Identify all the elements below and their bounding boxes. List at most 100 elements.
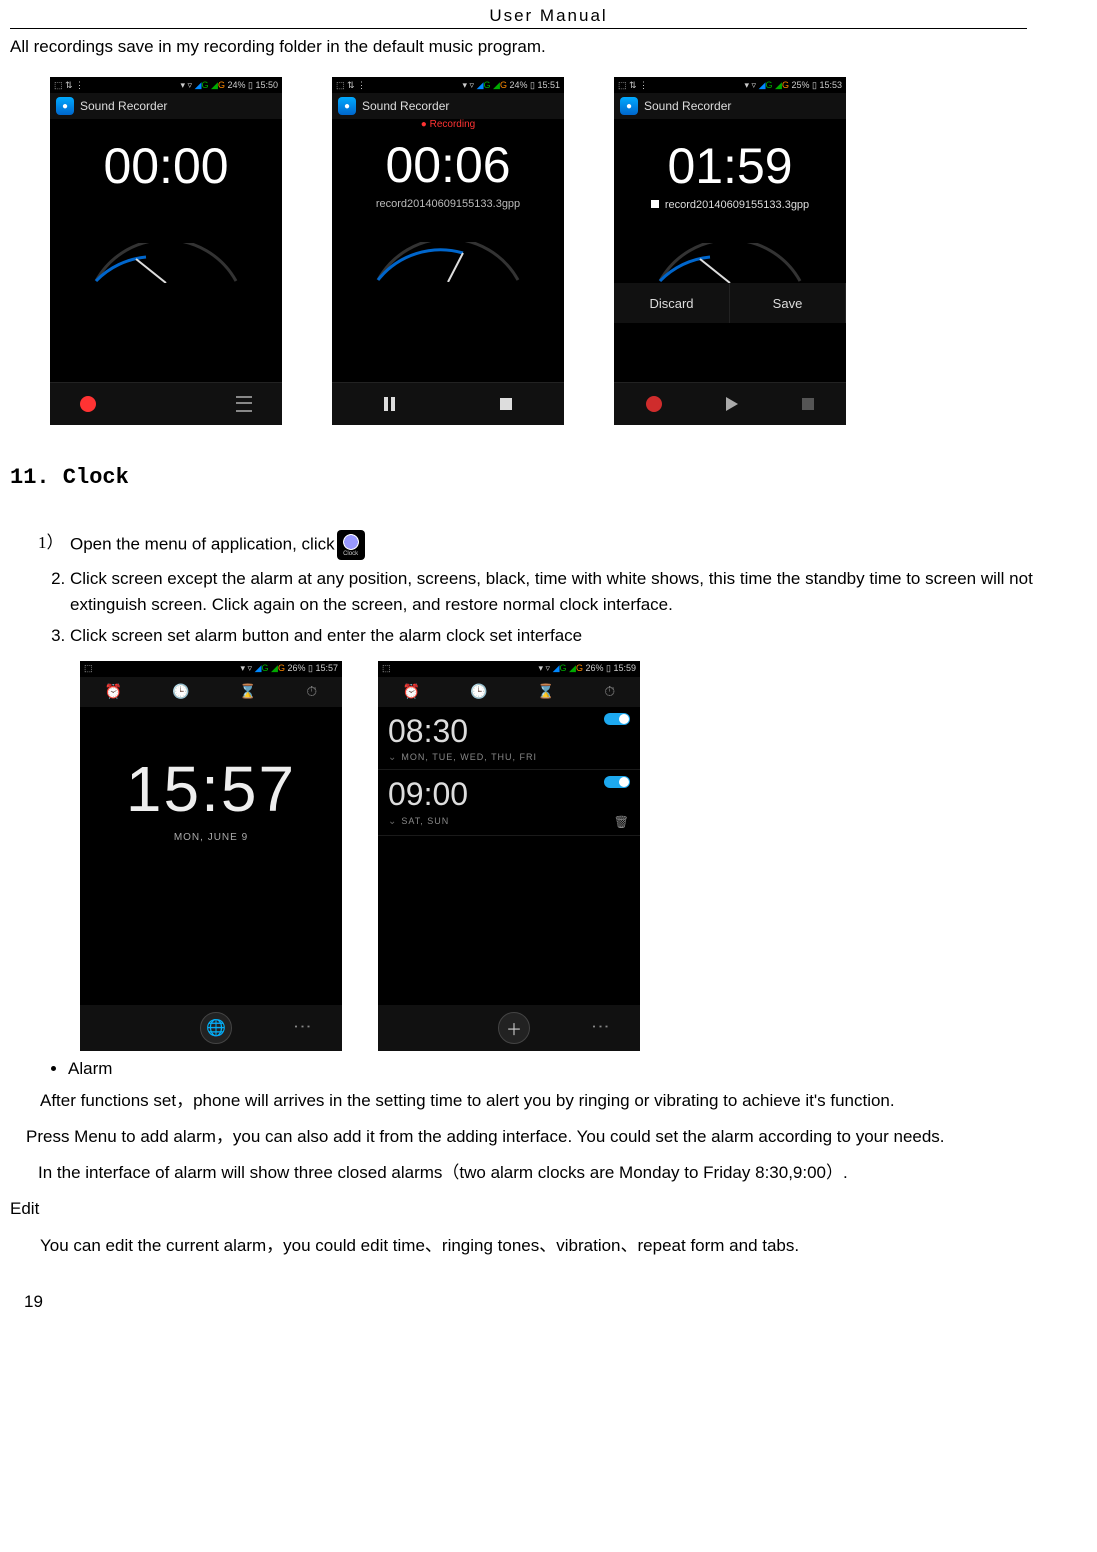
signal-icon-2: ◢ — [211, 80, 218, 90]
record-button[interactable] — [80, 396, 96, 412]
section-heading: 11. Clock — [10, 465, 1087, 490]
battery-icon: ▯ — [308, 663, 313, 673]
discard-save-bar: Discard Save — [614, 283, 846, 323]
tab-stopwatch-icon[interactable]: ⏱ — [604, 683, 615, 700]
alarm-para-3: In the interface of alarm will show thre… — [38, 1157, 1057, 1189]
bullet-alarm: Alarm — [68, 1059, 1087, 1079]
clock-date: MON, JUNE 9 — [80, 832, 342, 843]
step-3: Click screen set alarm button and enter … — [70, 623, 1087, 649]
clock-bottom-bar: 🌐 ⋮ — [80, 1005, 342, 1051]
clock-text: 15:57 — [315, 663, 338, 673]
alarm-days: SAT, SUN — [401, 816, 449, 826]
status-left: ⬚ ⇅ ⋮ — [618, 80, 648, 91]
status-bar: ⬚ ▾ ▿ ◢G ◢G 26% ▯ 15:57 — [80, 661, 342, 677]
clock-text: 15:51 — [537, 80, 560, 90]
discard-button[interactable]: Discard — [614, 283, 730, 323]
battery-icon: ▯ — [606, 663, 611, 673]
app-title-bar: ● Sound Recorder — [614, 93, 846, 119]
status-right: ▾ ▿ ◢G ◢G 26% ▯ 15:59 — [539, 663, 636, 674]
clock-text: 15:59 — [613, 663, 636, 673]
recorder-screenshots: ⬚ ⇅ ⋮ ▾ ▿ ◢G ◢G 24% ▯ 15:50 ● Sound Reco… — [50, 77, 1057, 425]
battery-text: 24% — [509, 80, 527, 90]
add-alarm-button[interactable]: ＋ — [498, 1012, 530, 1044]
alarm-row-1[interactable]: 08:30 ⌄ MON, TUE, WED, THU, FRI — [378, 707, 640, 770]
overflow-menu-icon[interactable]: ⋮ — [590, 1018, 611, 1038]
alarm-days: MON, TUE, WED, THU, FRI — [401, 752, 537, 762]
tab-timer-icon[interactable]: ⌛ — [537, 683, 554, 700]
app-title-bar: ● Sound Recorder — [332, 93, 564, 119]
tab-clock-icon[interactable]: 🕒 — [172, 683, 189, 700]
signal-icon-2: ◢ — [775, 80, 782, 90]
world-clock-button[interactable]: 🌐 — [200, 1012, 232, 1044]
clock-shot-1: ⬚ ▾ ▿ ◢G ◢G 26% ▯ 15:57 ⏰ 🕒 ⌛ ⏱ 15:57 MO… — [80, 661, 342, 1051]
status-right: ▾ ▿ ◢G ◢G 25% ▯ 15:53 — [745, 80, 842, 91]
battery-icon: ▯ — [530, 80, 535, 90]
pause-button[interactable] — [384, 397, 395, 411]
alarm-row-2[interactable]: 09:00 ⌄ SAT, SUN 🗑 — [378, 770, 640, 836]
play-button[interactable] — [726, 397, 738, 411]
tab-timer-icon[interactable]: ⌛ — [239, 683, 256, 700]
recording-indicator: ● Recording — [332, 119, 564, 130]
clock-time: 15:57 — [80, 752, 342, 826]
recorder-shot-3: ⬚ ⇅ ⋮ ▾ ▿ ◢G ◢G 25% ▯ 15:53 ● Sound Reco… — [614, 77, 846, 425]
app-title: Sound Recorder — [362, 99, 449, 113]
tab-alarm-icon[interactable]: ⏰ — [105, 683, 122, 700]
status-bar: ⬚ ⇅ ⋮ ▾ ▿ ◢G ◢G 24% ▯ 15:50 — [50, 77, 282, 93]
alarm-time: 09:00 — [388, 776, 468, 813]
app-title-bar: ● Sound Recorder — [50, 93, 282, 119]
timer-display: 01:59 — [614, 119, 846, 195]
file-icon — [651, 200, 659, 208]
page-number: 19 — [24, 1292, 43, 1312]
delete-alarm-icon[interactable]: 🗑 — [614, 815, 630, 829]
page-header: User Manual — [10, 0, 1087, 26]
chevron-down-icon: ⌄ — [388, 752, 397, 763]
tab-stopwatch-icon[interactable]: ⏱ — [306, 683, 317, 700]
clock-screenshots: ⬚ ▾ ▿ ◢G ◢G 26% ▯ 15:57 ⏰ 🕒 ⌛ ⏱ 15:57 MO… — [80, 661, 1087, 1051]
clock-text: 15:50 — [255, 80, 278, 90]
overflow-menu-icon[interactable]: ⋮ — [292, 1018, 313, 1038]
battery-text: 25% — [791, 80, 809, 90]
status-bar: ⬚ ▾ ▿ ◢G ◢G 26% ▯ 15:59 — [378, 661, 640, 677]
tab-alarm-icon[interactable]: ⏰ — [403, 683, 420, 700]
wifi-icon: ▾ ▿ — [745, 80, 759, 90]
recorder-app-icon: ● — [56, 97, 74, 115]
vu-meter — [650, 243, 810, 283]
chevron-down-icon: ⌄ — [388, 816, 397, 827]
intro-text: All recordings save in my recording fold… — [10, 37, 1087, 57]
status-right: ▾ ▿ ◢G ◢G 24% ▯ 15:51 — [463, 80, 560, 91]
battery-icon: ▯ — [248, 80, 253, 90]
battery-text: 26% — [287, 663, 305, 673]
alarm-time: 08:30 — [388, 713, 468, 750]
status-left: ⬚ ⇅ ⋮ — [54, 80, 84, 91]
alarm-para-1: After functions set，phone will arrives i… — [40, 1085, 1057, 1117]
divider — [10, 28, 1027, 29]
stop-button[interactable] — [802, 398, 814, 410]
steps-list: Open the menu of application, click Clic… — [10, 530, 1087, 649]
bullet-list: Alarm — [68, 1059, 1087, 1079]
list-button[interactable] — [236, 396, 252, 412]
recording-filename: record20140609155133.3gpp — [332, 198, 564, 212]
recorder-shot-1: ⬚ ⇅ ⋮ ▾ ▿ ◢G ◢G 24% ▯ 15:50 ● Sound Reco… — [50, 77, 282, 425]
clock-bottom-bar: ＋ ⋮ — [378, 1005, 640, 1051]
status-right: ▾ ▿ ◢G ◢G 26% ▯ 15:57 — [241, 663, 338, 674]
wifi-icon: ▾ ▿ — [181, 80, 195, 90]
save-button[interactable]: Save — [730, 283, 846, 323]
status-left: ⬚ — [382, 663, 391, 674]
tab-clock-icon[interactable]: 🕒 — [470, 683, 487, 700]
recorder-shot-2: ⬚ ⇅ ⋮ ▾ ▿ ◢G ◢G 24% ▯ 15:51 ● Sound Reco… — [332, 77, 564, 425]
record-button[interactable] — [646, 396, 662, 412]
recorder-bottom-bar — [614, 382, 846, 425]
clock-tabs: ⏰ 🕒 ⌛ ⏱ — [378, 677, 640, 707]
edit-para: You can edit the current alarm，you could… — [40, 1230, 1057, 1262]
clock-app-icon — [337, 530, 365, 560]
alarm-toggle[interactable] — [604, 776, 630, 788]
timer-display: 00:06 — [332, 130, 564, 194]
alarm-toggle[interactable] — [604, 713, 630, 725]
recording-filename: record20140609155133.3gpp — [614, 199, 846, 213]
clock-text: 15:53 — [819, 80, 842, 90]
timer-display: 00:00 — [50, 119, 282, 195]
vu-meter — [368, 242, 528, 282]
stop-button[interactable] — [500, 398, 512, 410]
edit-heading: Edit — [10, 1193, 1087, 1225]
app-title: Sound Recorder — [80, 99, 167, 113]
